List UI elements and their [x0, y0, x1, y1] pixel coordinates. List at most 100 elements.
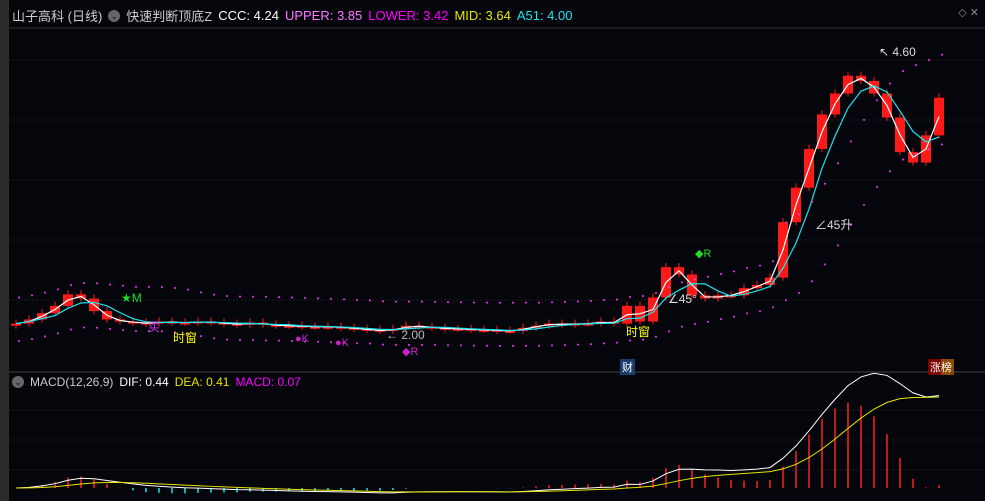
band-dot-upper — [681, 281, 683, 284]
high-price-label: ↖ 4.60 — [879, 45, 916, 59]
band-dot-lower — [31, 338, 33, 341]
band-dot-upper — [850, 140, 852, 143]
band-dot-lower — [902, 158, 904, 161]
band-dot-upper — [941, 53, 943, 56]
band-dot-upper — [213, 293, 215, 296]
band-dot-lower — [655, 335, 657, 338]
band-dot-lower — [694, 323, 696, 326]
band-dot-upper — [928, 58, 930, 61]
band-dot-upper — [252, 295, 254, 298]
band-dot-upper — [499, 301, 501, 304]
band-dot-upper — [759, 264, 761, 267]
band-dot-lower — [239, 339, 241, 342]
r-signal: ◆R — [402, 346, 419, 358]
upper-value: UPPER: 3.85 — [284, 8, 363, 23]
band-dot-upper — [629, 295, 631, 298]
k-signal: ●K — [335, 337, 349, 349]
band-dot-upper — [395, 300, 397, 303]
band-dot-upper — [785, 221, 787, 224]
band-dot-lower — [538, 344, 540, 347]
band-dot-lower — [252, 339, 254, 342]
band-dot-upper — [31, 294, 33, 297]
band-dot-lower — [382, 343, 384, 346]
band-dot-upper — [382, 300, 384, 303]
band-dot-lower — [213, 337, 215, 340]
band-dot-lower — [330, 341, 332, 344]
band-dot-upper — [291, 296, 293, 299]
band-dot-upper — [915, 64, 917, 67]
diamond-icon[interactable]: ◇ — [958, 7, 966, 19]
band-dot-upper — [343, 298, 345, 301]
band-dot-upper — [746, 266, 748, 269]
macd-header: ⌄ MACD(12,26,9) DIF: 0.44 DEA: 0.41 MACD… — [12, 375, 301, 389]
band-dot-lower — [707, 320, 709, 323]
band-dot-upper — [707, 275, 709, 278]
high-price: 4.60 — [892, 45, 916, 59]
lower-value: LOWER: 3.42 — [368, 8, 449, 23]
band-dot-lower — [876, 185, 878, 188]
band-dot-upper — [668, 286, 670, 289]
band-dot-lower — [668, 330, 670, 333]
chevron-down-icon[interactable]: ⌄ — [108, 9, 121, 22]
band-dot-lower — [928, 148, 930, 151]
band-dot-lower — [512, 344, 514, 347]
band-dot-upper — [265, 295, 267, 298]
band-dot-lower — [681, 325, 683, 328]
band-dot-lower — [603, 342, 605, 345]
band-dot-lower — [161, 330, 163, 333]
band-dot-upper — [616, 298, 618, 301]
band-dot-lower — [772, 306, 774, 309]
macd-name[interactable]: MACD(12,26,9) — [30, 375, 113, 389]
band-dot-upper — [564, 300, 566, 303]
band-dot-lower — [590, 343, 592, 346]
angle-signal: ∠45升 — [815, 218, 853, 232]
band-dot-upper — [512, 301, 514, 304]
band-dot-upper — [525, 301, 527, 304]
band-dot-lower — [70, 328, 72, 331]
band-dot-upper — [538, 301, 540, 304]
band-dot-lower — [226, 338, 228, 341]
a51-value: A51: 4.00 — [516, 8, 573, 23]
band-dot-upper — [902, 70, 904, 73]
time-window-signal: 时窗 — [173, 331, 198, 345]
finance-badge[interactable]: 财 — [620, 359, 635, 375]
band-dot-upper — [577, 300, 579, 303]
band-dot-lower — [811, 280, 813, 283]
macd-value: MACD: 0.07 — [235, 375, 301, 389]
band-dot-upper — [694, 278, 696, 281]
dea-value: DEA: 0.41 — [174, 375, 230, 389]
band-dot-lower — [421, 343, 423, 346]
rank-badge[interactable]: 涨榜 — [928, 359, 954, 375]
band-dot-upper — [200, 291, 202, 294]
band-dot-upper — [304, 296, 306, 299]
band-dot-upper — [278, 296, 280, 299]
band-dot-upper — [148, 285, 150, 288]
candle-body — [934, 97, 944, 136]
band-dot-upper — [57, 288, 59, 291]
band-dot-lower — [434, 344, 436, 347]
band-dot-upper — [655, 291, 657, 294]
band-dot-upper — [824, 182, 826, 185]
band-dot-lower — [447, 344, 449, 347]
stock-title: 山子高科 (日线) — [12, 9, 103, 24]
r-signal: ◆R — [695, 248, 712, 260]
kline-chart[interactable] — [0, 0, 985, 501]
band-dot-upper — [44, 291, 46, 294]
time-window-signal: 时窗 — [626, 325, 651, 339]
band-dot-upper — [863, 118, 865, 121]
dif-value: DIF: 0.44 — [119, 375, 169, 389]
band-dot-upper — [187, 288, 189, 291]
close-icon[interactable]: ✕ — [970, 7, 979, 19]
band-dot-upper — [369, 299, 371, 302]
k-signal: ●K — [295, 333, 309, 345]
band-dot-upper — [135, 285, 137, 288]
band-dot-lower — [915, 153, 917, 156]
band-dot-upper — [551, 301, 553, 304]
band-dot-upper — [720, 272, 722, 275]
chevron-down-icon[interactable]: ⌄ — [12, 376, 24, 388]
candle-body — [11, 323, 21, 326]
band-dot-upper — [811, 200, 813, 203]
band-dot-lower — [122, 329, 124, 332]
indicator-name[interactable]: 快速判断顶底Z — [126, 6, 212, 25]
band-dot-lower — [525, 344, 527, 347]
